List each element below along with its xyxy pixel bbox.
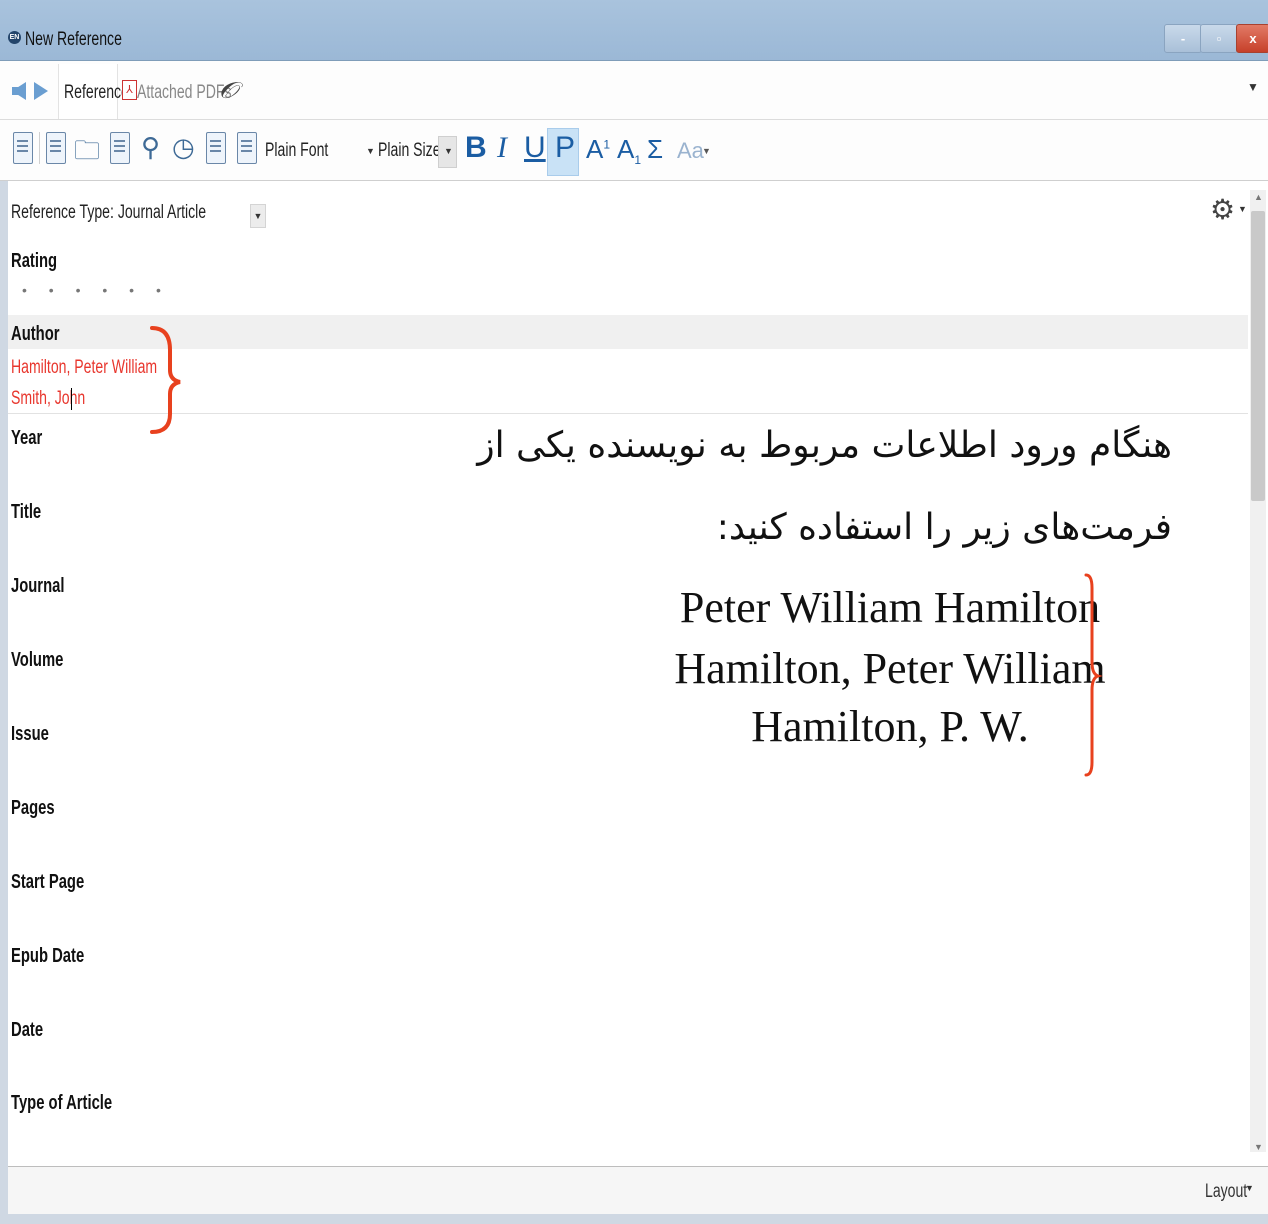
find-fulltext-icon[interactable]: ◷ — [172, 132, 195, 163]
text-cursor — [71, 388, 72, 410]
window-border-bottom — [0, 1214, 1268, 1224]
font-dropdown-icon[interactable]: ▼ — [366, 146, 375, 156]
tab-reference-label: Reference — [64, 82, 129, 103]
instruction-text: هنگام ورود اطلاعات مربوط به نویسنده یکی … — [420, 405, 1172, 569]
rating-label: Rating — [11, 250, 58, 272]
underline-button[interactable]: U — [524, 131, 546, 165]
start-page-label: Start Page — [11, 871, 85, 893]
pdf-icon[interactable]: ⅄ — [122, 80, 137, 100]
size-dropdown-icon: ▼ — [444, 146, 453, 156]
epub-date-label: Epub Date — [11, 945, 85, 967]
close-button[interactable]: x — [1236, 24, 1268, 53]
author-brace-path — [150, 326, 181, 434]
network-icon[interactable]: ⚲ — [141, 132, 160, 163]
superscript-button[interactable]: A1 — [586, 134, 610, 165]
plain-button[interactable]: P — [555, 131, 575, 165]
author-brace — [150, 326, 181, 434]
author-entry: Hamilton, Peter William — [11, 357, 158, 378]
case-dropdown-icon[interactable]: ▼ — [702, 146, 711, 156]
author-entry: Smith, John — [11, 388, 86, 409]
type-of-article-label: Type of Article — [11, 1092, 113, 1114]
gear-icon[interactable]: ⚙ — [1210, 193, 1235, 226]
reference-list-icon[interactable] — [13, 132, 33, 164]
font-select[interactable]: Plain Font — [265, 140, 328, 162]
author-label: Author — [11, 323, 60, 345]
endnote-icon: EN — [8, 31, 21, 44]
pages-label: Pages — [11, 797, 55, 819]
forward-arrow-icon[interactable] — [34, 82, 48, 100]
document-list-icon[interactable] — [110, 132, 130, 164]
rating-stars[interactable]: • • • • • • — [22, 282, 170, 298]
case-button[interactable]: Aa — [677, 138, 704, 164]
window-title: New Reference — [25, 29, 122, 50]
volume-label: Volume — [11, 649, 64, 671]
title-label: Title — [11, 501, 42, 523]
italic-button[interactable]: I — [497, 131, 507, 165]
name-format-example: Peter William Hamilton — [679, 583, 1101, 632]
maximize-button[interactable]: ▫ — [1200, 24, 1238, 53]
journal-label: Journal — [11, 575, 65, 597]
formats-brace — [1084, 573, 1103, 777]
name-format-example: Hamilton, P. W. — [751, 702, 1029, 751]
size-select[interactable]: Plain Size — [378, 140, 441, 162]
year-label: Year — [11, 427, 43, 449]
layout-button[interactable]: Layout — [1205, 1181, 1247, 1203]
back-arrow-icon[interactable] — [12, 82, 26, 100]
toolbar-separator — [39, 132, 40, 164]
title-bar: EN New Reference — [0, 0, 1268, 61]
scroll-up-icon[interactable]: ▲ — [1254, 192, 1263, 202]
scrollbar-thumb[interactable] — [1251, 211, 1265, 501]
date-label: Date — [11, 1019, 44, 1041]
name-format-example: Hamilton, Peter William — [674, 644, 1106, 693]
copy-format-icon[interactable] — [237, 132, 257, 164]
scroll-down-icon[interactable]: ▼ — [1254, 1142, 1263, 1152]
insert-note-icon[interactable] — [206, 132, 226, 164]
issue-label: Issue — [11, 723, 49, 745]
subscript-button[interactable]: A1 — [617, 134, 641, 167]
gear-dropdown-icon[interactable]: ▼ — [1238, 204, 1247, 214]
reference-type-dropdown[interactable]: ▼ — [250, 204, 266, 228]
bold-button[interactable]: B — [465, 131, 487, 165]
edit-reference-icon[interactable] — [46, 132, 66, 164]
layout-dropdown-icon[interactable]: ▼ — [1245, 1183, 1254, 1193]
status-bar — [8, 1166, 1268, 1215]
instruction-line: فرمت‌های زیر را استفاده کنید: — [716, 507, 1172, 548]
instruction-line: هنگام ورود اطلاعات مربوط به نویسنده یکی … — [477, 425, 1172, 466]
minimize-button[interactable]: - — [1164, 24, 1202, 53]
tab-reference[interactable]: Reference — [58, 64, 129, 119]
author-label-band — [8, 315, 1248, 349]
symbol-button[interactable]: Σ — [647, 134, 663, 165]
formats-brace-path — [1084, 573, 1103, 777]
window-border-left — [0, 181, 8, 1224]
tabbar-menu-icon[interactable]: ▼ — [1247, 80, 1259, 94]
folder-icon[interactable]: 🗀 — [74, 132, 100, 176]
reference-type-label: Reference Type: Journal Article — [11, 202, 207, 223]
